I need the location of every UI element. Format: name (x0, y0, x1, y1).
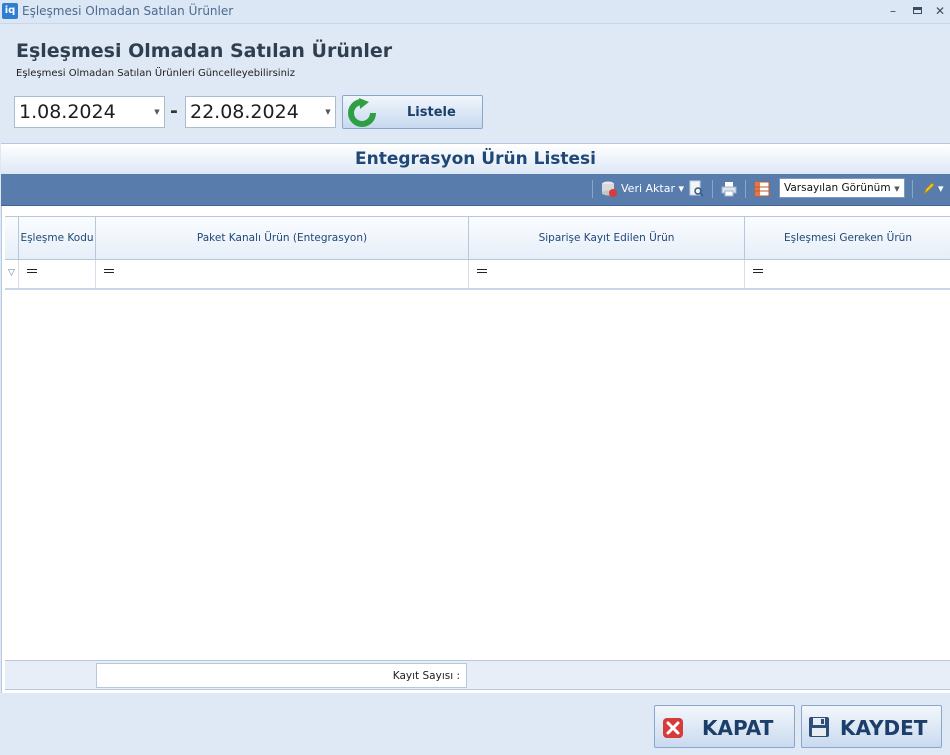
toolbar-separator (592, 180, 593, 198)
column-header-required-product[interactable]: Eşleşmesi Gereken Ürün (744, 217, 950, 260)
close-icon (663, 718, 683, 738)
column-chooser-icon[interactable] (754, 180, 770, 198)
pencil-icon[interactable] (921, 180, 937, 198)
column-header-order-product[interactable]: Siparişe Kayıt Edilen Ürün (468, 217, 744, 260)
grid-header-row: Eşleşme Kodu Paket Kanalı Ürün (Entegras… (5, 216, 950, 260)
record-count-label: Kayıt Sayısı : (392, 670, 460, 682)
column-header-match-code[interactable]: Eşleşme Kodu (18, 217, 95, 260)
chevron-down-icon[interactable]: ▼ (152, 106, 162, 118)
start-date-input[interactable] (19, 100, 149, 124)
minimize-button[interactable]: – (884, 2, 902, 20)
toolbar-separator (745, 180, 746, 198)
filter-icon: ▽ (8, 268, 15, 278)
chevron-down-icon[interactable]: ▼ (323, 106, 333, 118)
grid-footer: Kayıt Sayısı : (5, 660, 950, 690)
close-button[interactable]: KAPAT (654, 705, 795, 748)
products-grid: Eşleşme Kodu Paket Kanalı Ürün (Entegras… (1, 206, 950, 693)
group-title: Entegrasyon Ürün Listesi (355, 149, 596, 169)
grid-toolbar: Veri Aktar ▾ Varsayılan Görünüm ▼ ▾ (1, 174, 950, 206)
database-export-icon[interactable] (601, 180, 617, 198)
list-button[interactable]: Listele (342, 95, 483, 129)
end-date-input[interactable] (190, 100, 320, 124)
row-indicator-header (5, 217, 18, 260)
window-close-button[interactable]: ✕ (931, 2, 949, 20)
close-button-label: KAPAT (702, 716, 774, 740)
maximize-button[interactable] (908, 2, 926, 20)
column-header-channel-product[interactable]: Paket Kanalı Ürün (Entegrasyon) (95, 217, 468, 260)
filter-cell-required-product[interactable] (744, 260, 950, 288)
toolbar-separator (712, 180, 713, 198)
equals-icon (477, 269, 487, 273)
end-date-picker[interactable]: ▼ (185, 96, 336, 128)
printer-icon[interactable] (721, 180, 737, 198)
view-layout-value: Varsayılan Görünüm (784, 182, 891, 194)
save-button[interactable]: KAYDET (801, 705, 942, 748)
equals-icon (104, 269, 114, 273)
toolbar-separator (912, 180, 913, 198)
refresh-icon (348, 98, 376, 127)
group-panel-header: Entegrasyon Ürün Listesi (1, 143, 950, 174)
start-date-picker[interactable]: ▼ (14, 96, 165, 128)
chevron-down-icon[interactable]: ▼ (892, 183, 902, 195)
grid-filter-row: ▽ (5, 260, 950, 290)
export-label: Veri Aktar (621, 182, 675, 195)
floppy-disk-icon (809, 717, 829, 737)
window-title: Eşleşmesi Olmadan Satılan Ürünler (22, 4, 234, 18)
print-preview-icon[interactable] (688, 180, 704, 198)
date-range-separator: - (170, 100, 178, 122)
list-button-label: Listele (407, 105, 456, 120)
filter-row-indicator: ▽ (5, 260, 18, 288)
export-menu[interactable]: Veri Aktar ▾ (621, 182, 684, 195)
equals-icon (753, 269, 763, 273)
equals-icon (27, 269, 37, 273)
save-button-label: KAYDET (840, 716, 928, 740)
page-subtitle: Eşleşmesi Olmadan Satılan Ürünleri Günce… (16, 68, 295, 79)
filter-cell-match-code[interactable] (18, 260, 95, 288)
edit-dropdown-arrow[interactable]: ▾ (938, 182, 944, 195)
page-title: Eşleşmesi Olmadan Satılan Ürünler (16, 40, 393, 62)
window-titlebar: iq Eşleşmesi Olmadan Satılan Ürünler – ✕ (0, 0, 950, 24)
filter-cell-channel-product[interactable] (95, 260, 468, 288)
record-count-cell: Kayıt Sayısı : (96, 663, 467, 688)
view-layout-select[interactable]: Varsayılan Görünüm ▼ (779, 178, 905, 198)
filter-cell-order-product[interactable] (468, 260, 744, 288)
app-logo-icon: iq (2, 3, 18, 19)
maximize-icon (912, 7, 922, 14)
